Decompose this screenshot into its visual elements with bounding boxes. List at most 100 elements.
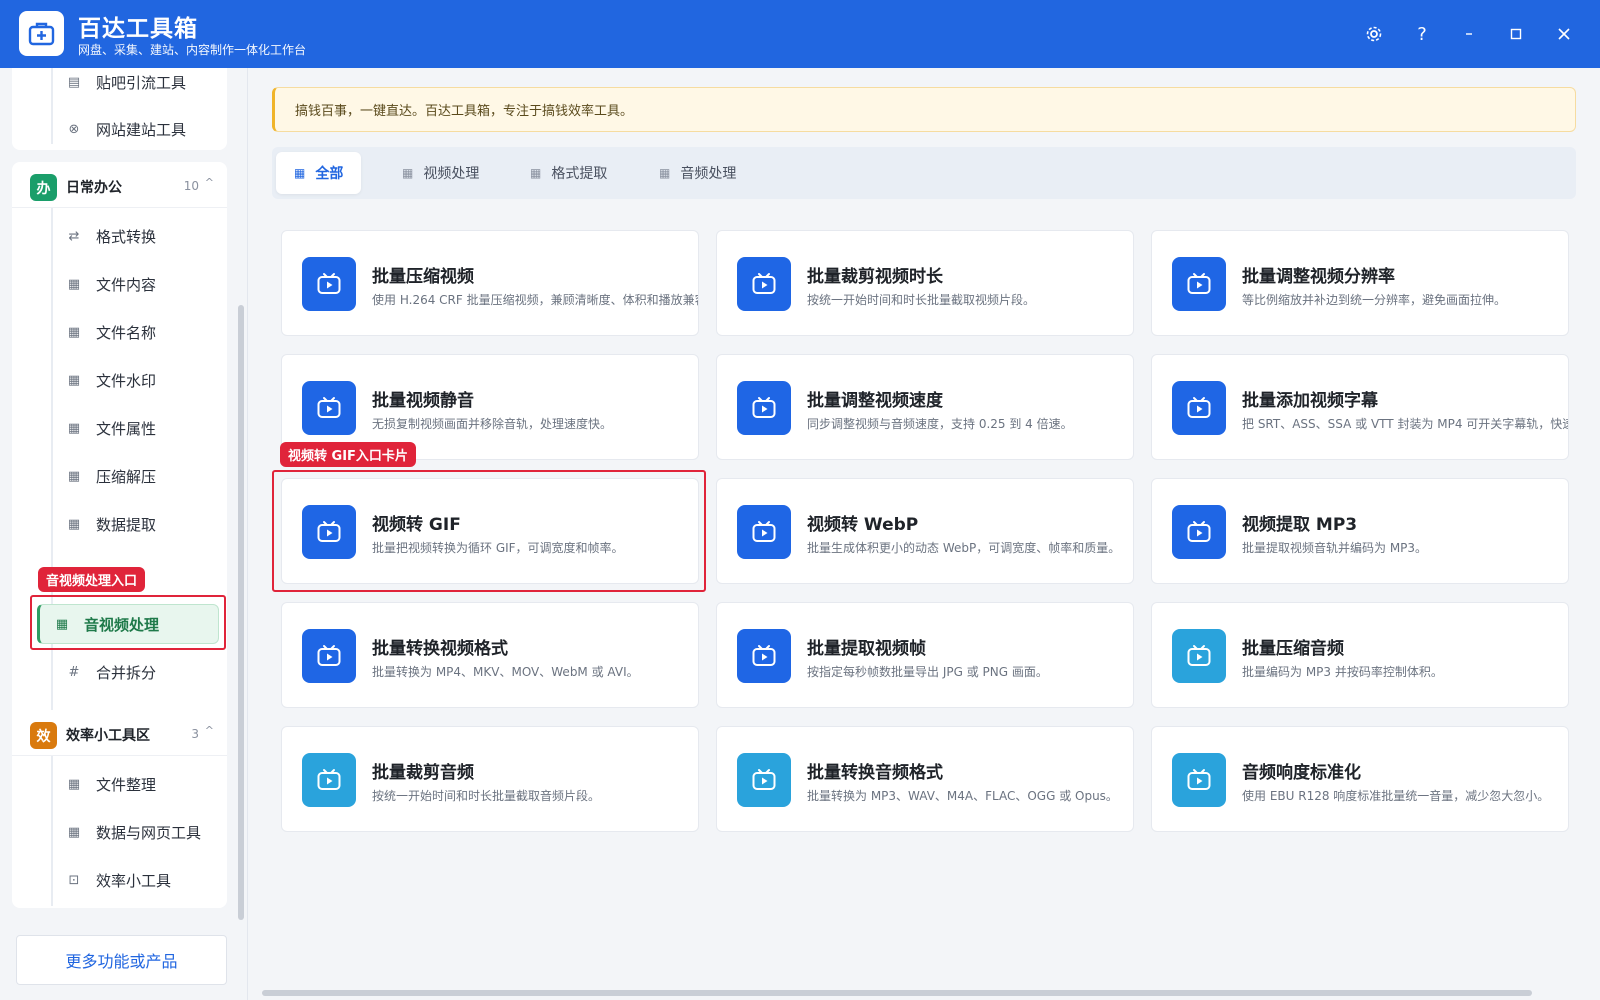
notice-text: 搞钱百事，一键直达。百达工具箱，专注于搞钱效率工具。: [295, 104, 634, 119]
card-title: 批量转换音频格式: [807, 763, 943, 783]
card-title: 音频响度标准化: [1242, 763, 1361, 783]
sidebar-group-efficiency: 效 效率小工具区 3 ^ ▦ 文件整理 ▦ 数据与网页工具 ⊡ 效率小工具: [12, 710, 227, 908]
card-description: 使用 EBU R128 响度标准批量统一音量，减少忽大忽小。: [1242, 789, 1550, 803]
sidebar-item-file-content[interactable]: ▦ 文件内容: [52, 264, 224, 304]
tool-card[interactable]: 视频转 GIF 批量把视频转换为循环 GIF，可调宽度和帧率。: [281, 478, 699, 584]
sidebar-item-label: 文件整理: [96, 775, 157, 794]
sidebar-item-label: 数据与网页工具: [96, 823, 202, 842]
video-play-icon: [302, 381, 356, 435]
sidebar-item-compress[interactable]: ▦ 压缩解压: [52, 456, 224, 496]
sidebar-item-file-organize[interactable]: ▦ 文件整理: [52, 764, 224, 804]
box-icon: ⊡: [68, 872, 80, 888]
sidebar-item-file-attributes[interactable]: ▦ 文件属性: [52, 408, 224, 448]
group-header-office[interactable]: 办 日常办公 10 ^: [12, 162, 227, 208]
hash-icon: #: [68, 664, 80, 680]
sidebar-group-previous: ▤ 贴吧引流工具 ⊗ 网站建站工具: [12, 68, 227, 150]
card-title: 批量添加视频字幕: [1242, 391, 1378, 411]
tool-card[interactable]: 批量添加视频字幕把 SRT、ASS、SSA 或 VTT 封装为 MP4 可开关字…: [1151, 354, 1569, 460]
tool-card[interactable]: 批量压缩视频使用 H.264 CRF 批量压缩视频，兼顾清晰度、体积和播放兼容性…: [281, 230, 699, 336]
video-play-icon: [302, 505, 356, 559]
sidebar-item-efficiency-tools[interactable]: ⊡ 效率小工具: [52, 860, 224, 900]
tab-video[interactable]: ▦ 视频处理: [384, 152, 497, 194]
tool-card[interactable]: 批量裁剪视频时长 按统一开始时间和时长批量截取视频片段。: [716, 230, 1134, 336]
card-title: 批量裁剪音频: [372, 763, 474, 783]
video-play-icon: [737, 505, 791, 559]
tab-format-extract[interactable]: ▦ 格式提取: [512, 152, 625, 194]
sidebar: ▤ 贴吧引流工具 ⊗ 网站建站工具 办 日常办公 10 ^ ⇄ 格式转换 ▦ 文…: [0, 68, 248, 1000]
globe-icon: ⊗: [68, 121, 80, 137]
tool-card[interactable]: 批量提取视频帧 按指定每秒帧数批量导出 JPG 或 PNG 画面。: [716, 602, 1134, 708]
close-icon[interactable]: [1548, 18, 1580, 50]
annotation-tag-sidebar: 音视频处理入口: [38, 567, 146, 592]
video-play-icon: [302, 629, 356, 683]
tool-card[interactable]: 音频响度标准化使用 EBU R128 响度标准批量统一音量，减少忽大忽小。: [1151, 726, 1569, 832]
grid-icon: ▦: [530, 166, 542, 180]
tool-card[interactable]: 视频提取 MP3 批量提取视频音轨并编码为 MP3。: [1151, 478, 1569, 584]
grid-icon: ▦: [67, 824, 81, 840]
card-title: 批量调整视频速度: [807, 391, 943, 411]
sidebar-item-label: 文件内容: [96, 275, 157, 294]
chevron-up-icon[interactable]: ^: [205, 176, 214, 189]
card-description: 按统一开始时间和时长批量截取音频片段。: [372, 789, 601, 803]
card-title: 视频转 GIF: [372, 515, 461, 535]
help-icon[interactable]: ?: [1406, 18, 1438, 50]
sidebar-item-file-name[interactable]: ▦ 文件名称: [52, 312, 224, 352]
sidebar-item-label: 效率小工具: [96, 871, 172, 890]
toolbox-logo-icon: [19, 11, 64, 56]
grid-icon: ▦: [67, 372, 81, 388]
card-description: 无损复制视频画面并移除音轨，处理速度快。: [372, 417, 613, 431]
doc-icon: ▤: [67, 74, 81, 90]
group-count: 10: [183, 179, 199, 193]
tool-card[interactable]: 批量调整视频速度 同步调整视频与音频速度，支持 0.25 到 4 倍速。: [716, 354, 1134, 460]
sidebar-item-audio-video[interactable]: ▦ 音视频处理: [37, 604, 219, 644]
group-badge: 效: [30, 722, 57, 749]
settings-icon[interactable]: [1358, 18, 1390, 50]
sidebar-group-office: 办 日常办公 10 ^ ⇄ 格式转换 ▦ 文件内容 ▦ 文件名称 ▦ 文件水印 …: [12, 162, 227, 768]
title-bar: 百达工具箱 网盘、采集、建站、内容制作一体化工作台 ?: [0, 0, 1600, 68]
card-description: 按统一开始时间和时长批量截取视频片段。: [807, 293, 1036, 307]
sidebar-item-format-convert[interactable]: ⇄ 格式转换: [52, 216, 224, 256]
tab-all[interactable]: ▦ 全部: [276, 152, 362, 194]
annotation-tag-card: 视频转 GIF入口卡片: [280, 442, 416, 467]
tab-label: 视频处理: [423, 166, 480, 182]
sidebar-item-data-web[interactable]: ▦ 数据与网页工具: [52, 812, 224, 852]
card-description: 使用 H.264 CRF 批量压缩视频，兼顾清晰度、体积和播放兼容性。: [372, 293, 699, 307]
video-play-icon: [1172, 381, 1226, 435]
tool-card[interactable]: 批量压缩音频 批量编码为 MP3 并按码率控制体积。: [1151, 602, 1569, 708]
card-description: 等比例缩放并补边到统一分辨率，避免画面拉伸。: [1242, 293, 1507, 307]
sidebar-item-merge-split[interactable]: # 合并拆分: [52, 652, 224, 692]
tool-card[interactable]: 视频转 WebP 批量生成体积更小的动态 WebP，可调宽度、帧率和质量。: [716, 478, 1134, 584]
sidebar-scrollbar[interactable]: [238, 305, 244, 920]
tool-card[interactable]: 批量转换视频格式 批量转换为 MP4、MKV、MOV、WebM 或 AVI。: [281, 602, 699, 708]
grid-icon: ▦: [67, 468, 81, 484]
sidebar-item-website[interactable]: ⊗ 网站建站工具: [52, 109, 224, 149]
tool-card[interactable]: 批量转换音频格式批量转换为 MP3、WAV、M4A、FLAC、OGG 或 Opu…: [716, 726, 1134, 832]
group-name: 日常办公: [66, 180, 122, 196]
horizontal-scrollbar[interactable]: [262, 990, 1532, 996]
sidebar-item-file-watermark[interactable]: ▦ 文件水印: [52, 360, 224, 400]
video-play-icon: [302, 257, 356, 311]
card-title: 视频提取 MP3: [1242, 515, 1358, 535]
tab-label: 音频处理: [680, 166, 737, 182]
video-play-icon: [737, 753, 791, 807]
grid-icon: ▦: [67, 776, 81, 792]
more-products-button[interactable]: 更多功能或产品: [16, 935, 227, 985]
card-title: 批量压缩视频: [372, 267, 474, 287]
chevron-up-icon[interactable]: ^: [205, 724, 214, 737]
group-header-efficiency[interactable]: 效 效率小工具区 3 ^: [12, 710, 227, 756]
tab-audio[interactable]: ▦ 音频处理: [641, 152, 754, 194]
tool-card[interactable]: 批量调整视频分辨率 等比例缩放并补边到统一分辨率，避免画面拉伸。: [1151, 230, 1569, 336]
tool-card[interactable]: 批量裁剪音频按统一开始时间和时长批量截取音频片段。: [281, 726, 699, 832]
card-description: 批量转换为 MP3、WAV、M4A、FLAC、OGG 或 Opus。: [807, 789, 1118, 803]
minimize-icon[interactable]: [1453, 18, 1485, 50]
card-description: 批量提取视频音轨并编码为 MP3。: [1242, 541, 1428, 555]
video-play-icon: [737, 257, 791, 311]
video-play-icon: [737, 629, 791, 683]
video-play-icon: [737, 381, 791, 435]
sidebar-item-data-extract[interactable]: ▦ 数据提取: [52, 504, 224, 544]
grid-icon: ▦: [294, 166, 306, 180]
tab-label: 格式提取: [551, 166, 608, 182]
video-play-icon: [1172, 753, 1226, 807]
maximize-icon[interactable]: [1500, 18, 1532, 50]
sidebar-item-tieba[interactable]: ▤ 贴吧引流工具: [52, 68, 224, 102]
